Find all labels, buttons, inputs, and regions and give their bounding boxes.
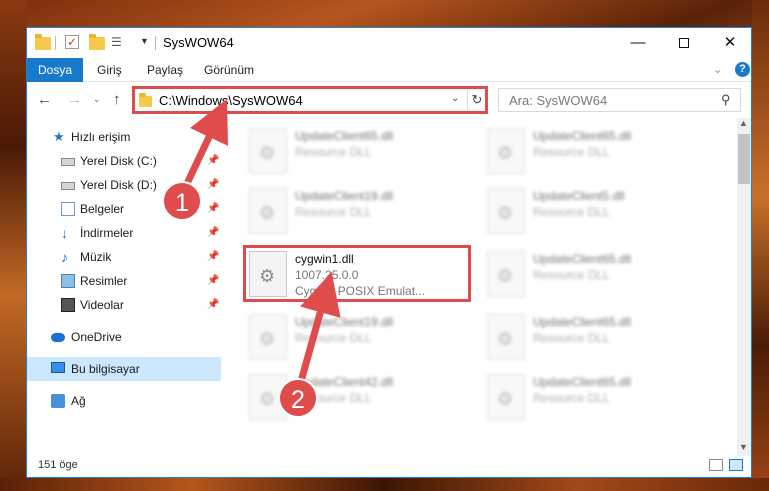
callout-arrows xyxy=(180,99,341,386)
step-2-badge: 2 xyxy=(278,378,318,418)
arrow-to-file xyxy=(296,271,341,386)
arrow-to-address-bar xyxy=(180,99,229,192)
step-1-badge: 1 xyxy=(162,181,202,221)
